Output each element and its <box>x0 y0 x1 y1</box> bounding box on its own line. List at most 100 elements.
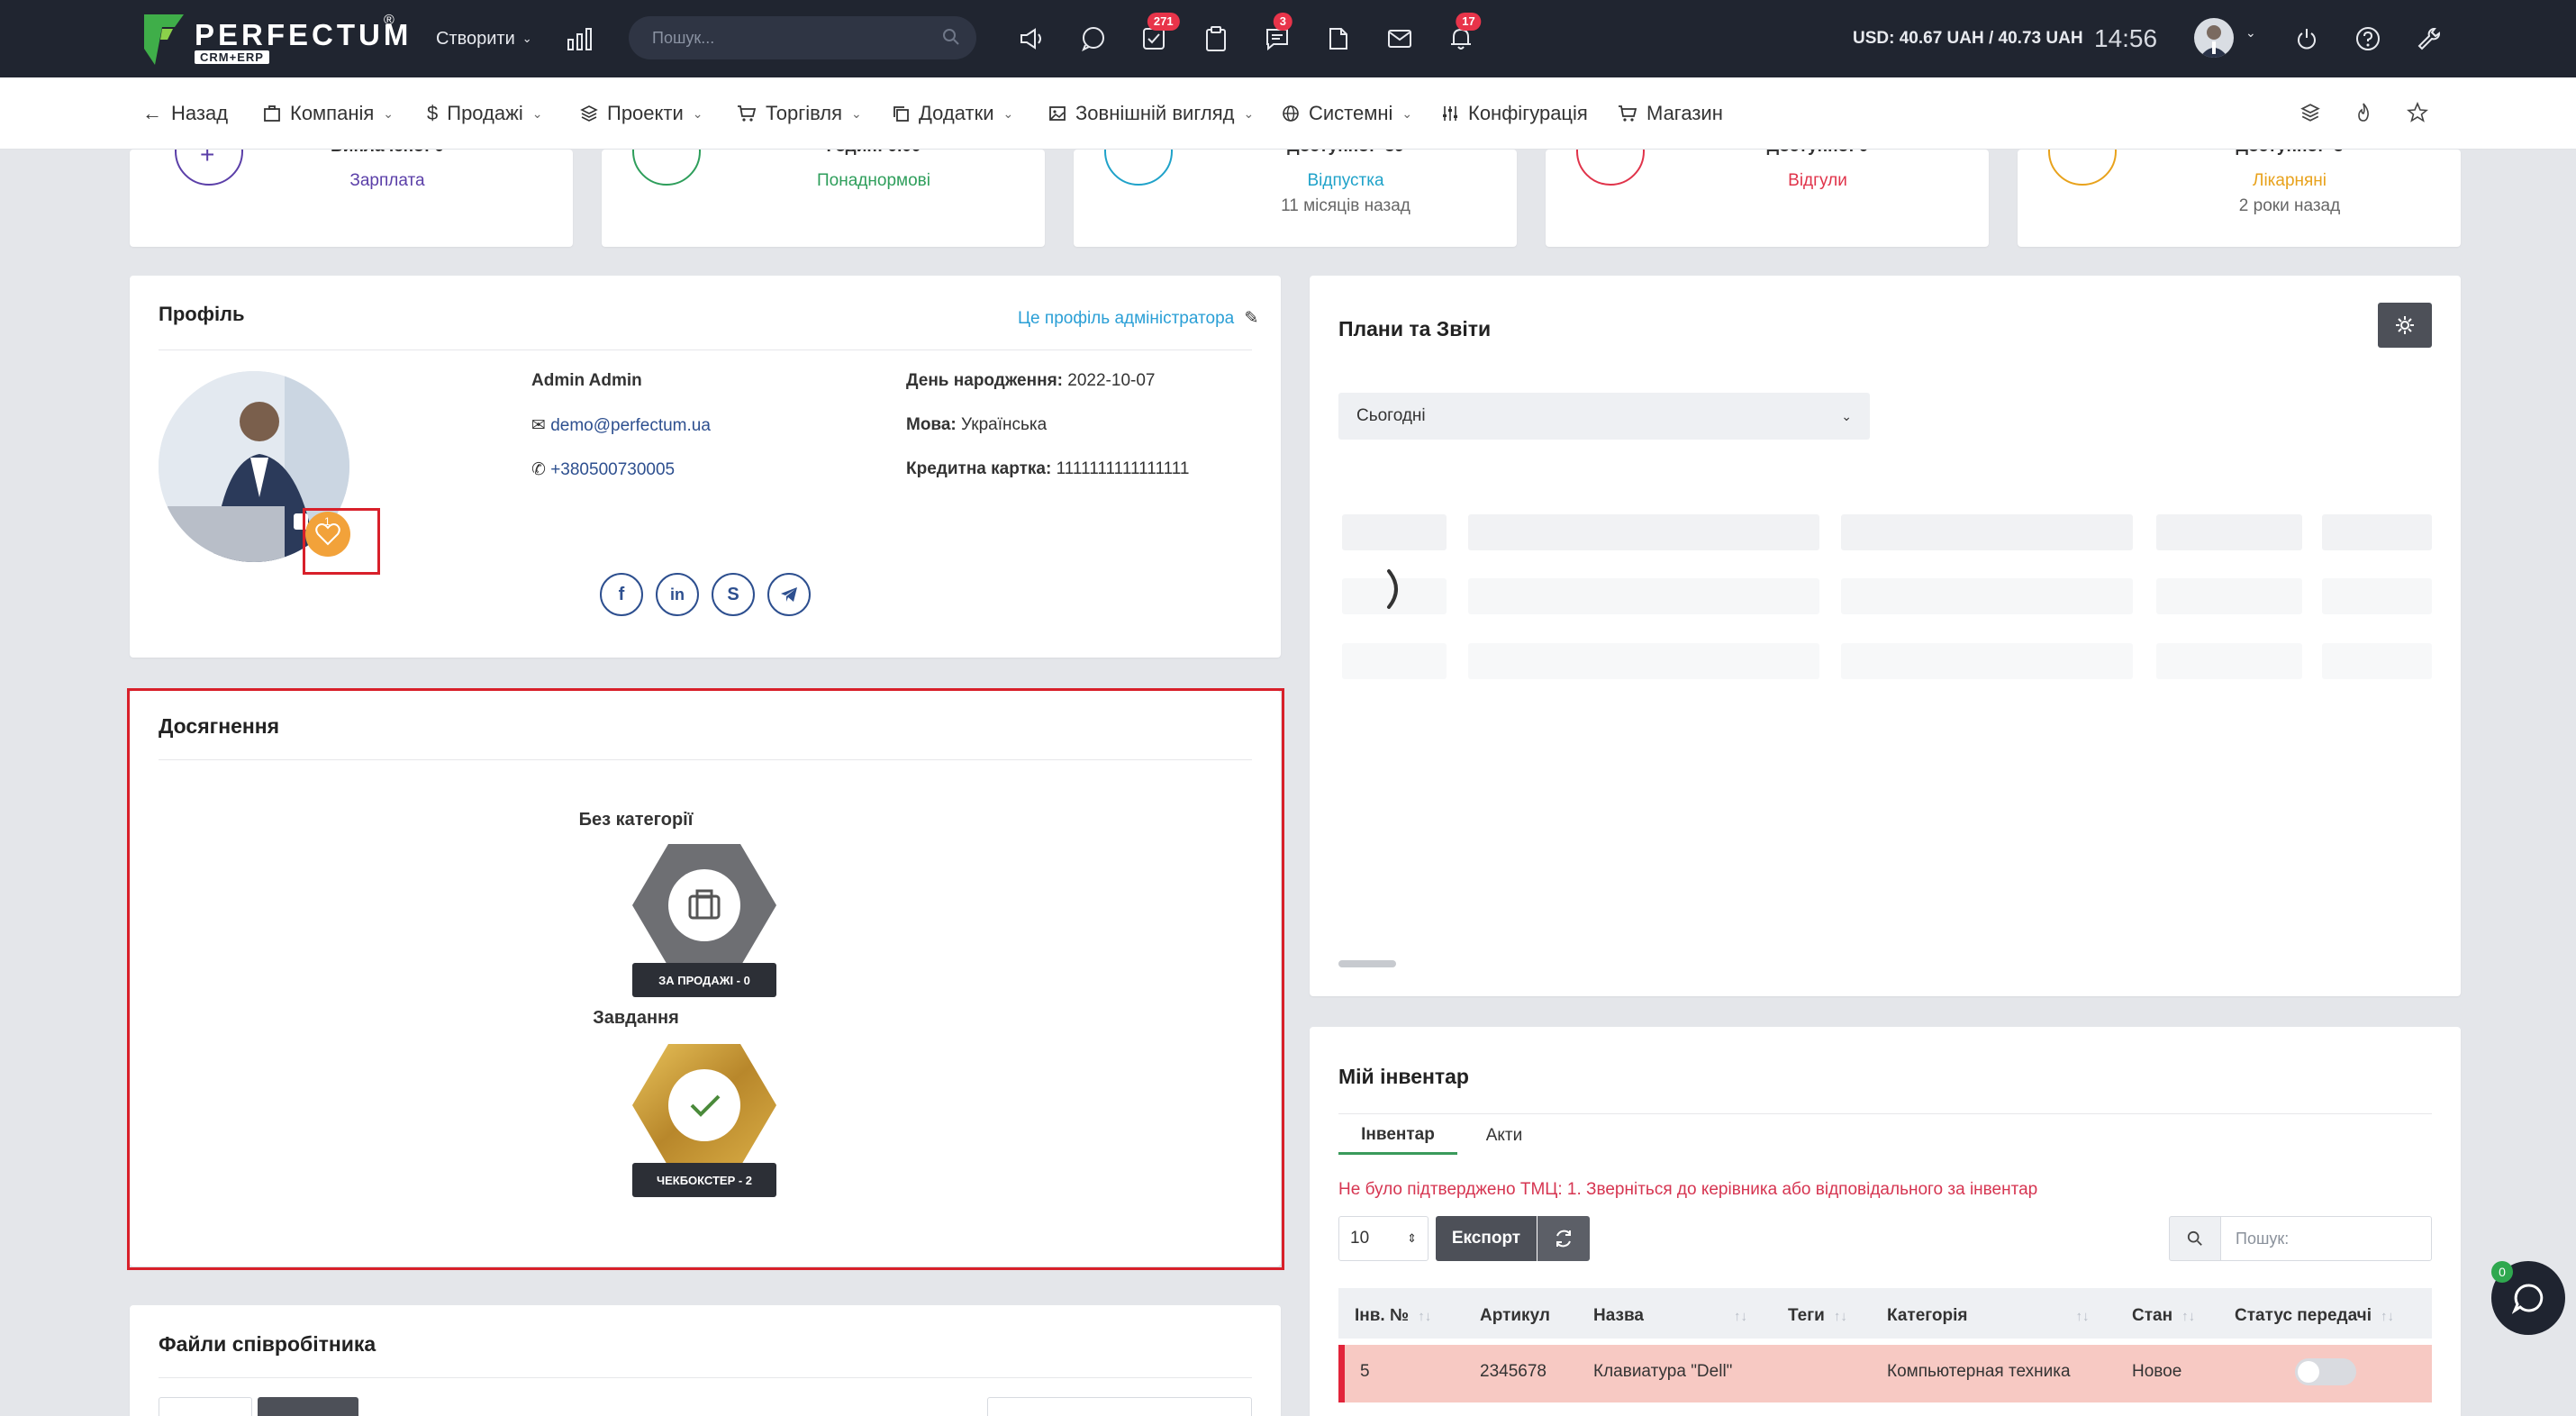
stat-card-salary[interactable]: + Виплачено: 0 Зарплата <box>130 150 573 247</box>
tab-inventory[interactable]: Інвентар <box>1338 1117 1457 1155</box>
column-label: Теги <box>1788 1306 1825 1325</box>
column-header-transfer-status[interactable]: Статус передачі ↑↓ <box>2235 1306 2394 1326</box>
sliders-icon <box>1443 106 1457 121</box>
nav-trade[interactable]: Торгівля ⌄ <box>737 77 862 150</box>
stat-subtitle: 2 роки назад <box>2238 196 2341 215</box>
cart-icon <box>1619 105 1637 122</box>
mail-icon[interactable] <box>1383 22 1417 56</box>
hexagon-badge <box>632 844 776 967</box>
nav-configuration[interactable]: Конфігурація <box>1441 77 1588 150</box>
logo[interactable]: PERFECTUM CRM+ERP ® <box>142 13 408 67</box>
star-icon[interactable] <box>2400 95 2435 130</box>
sort-icon: ↑↓ <box>2381 1309 2394 1324</box>
divider <box>159 1377 1252 1378</box>
achievement-badge-sales[interactable]: ЗА ПРОДАЖІ - 0 <box>632 842 776 997</box>
refresh-button[interactable] <box>1537 1216 1590 1261</box>
phone-link[interactable]: ✆ +380500730005 <box>531 459 675 480</box>
period-select[interactable]: Сьогодні ⌄ <box>1338 393 1870 440</box>
stat-card-sick-leave[interactable]: Доступно: -3 Лікарняні 2 роки назад <box>2018 150 2461 247</box>
loading-spinner-icon <box>1387 569 1398 609</box>
nav-appearance[interactable]: Зовнішній вигляд ⌄ <box>1048 77 1254 150</box>
arrow-left-icon: ← <box>142 102 162 124</box>
nav-label: Додатки <box>919 102 994 124</box>
create-menu[interactable]: Створити ⌄ <box>436 0 532 77</box>
skeleton-cell <box>2322 514 2432 550</box>
settings-button[interactable] <box>2378 303 2432 348</box>
column-header-state[interactable]: Стан ↑↓ <box>2132 1306 2195 1326</box>
telegram-icon[interactable] <box>767 573 811 616</box>
chat-bubble-icon[interactable] <box>1076 22 1111 56</box>
facebook-icon[interactable]: f <box>600 573 643 616</box>
stat-top: Годин: 0.00 <box>652 150 1045 157</box>
wrench-icon[interactable] <box>2412 22 2446 56</box>
cell-sku: 2345678 <box>1480 1362 1547 1381</box>
period-value: Сьогодні <box>1356 406 1426 425</box>
back-link[interactable]: ← Назад <box>142 77 228 150</box>
nav-shop[interactable]: Магазин <box>1618 77 1723 150</box>
help-icon[interactable] <box>2351 22 2385 56</box>
stat-card-days-off[interactable]: Доступно: 0 Відгули <box>1546 150 1989 247</box>
card-row: Кредитна картка: 1111111111111111 <box>906 459 1189 479</box>
files-search-input[interactable] <box>987 1397 1252 1416</box>
layers-icon[interactable] <box>2293 95 2327 130</box>
clipboard-icon[interactable] <box>1199 22 1233 56</box>
birthday-row: День народження: 2022-10-07 <box>906 371 1155 391</box>
column-header-inv[interactable]: Інв. № ↑↓ <box>1355 1306 1431 1326</box>
skeleton-cell <box>1841 578 2133 614</box>
power-icon[interactable] <box>2290 22 2324 56</box>
column-label: Стан <box>2132 1306 2173 1325</box>
document-icon[interactable] <box>1321 22 1356 56</box>
chevron-down-icon: ⌄ <box>1841 408 1852 423</box>
stat-card-overtime[interactable]: Годин: 0.00 Понаднормові <box>602 150 1045 247</box>
nav-projects[interactable]: Проекти ⌄ <box>580 77 703 150</box>
chat-count-badge: 0 <box>2491 1261 2513 1283</box>
fire-icon[interactable] <box>2346 95 2381 130</box>
create-label: Створити <box>436 28 515 49</box>
nav-system[interactable]: Системні ⌄ <box>1282 77 1412 150</box>
achievement-badge-tasks[interactable]: ЧЕКБОКСТЕР - 2 <box>632 1042 776 1197</box>
admin-profile-link[interactable]: Це профіль адміністратора ✎ <box>1018 308 1258 329</box>
skeleton-cell <box>1342 643 1447 679</box>
achievements-title: Досягнення <box>159 714 280 738</box>
export-button[interactable] <box>258 1397 358 1416</box>
inventory-search-input[interactable]: Пошук: <box>2220 1216 2432 1261</box>
linkedin-icon[interactable]: in <box>656 573 699 616</box>
bell-icon[interactable]: 17 <box>1444 13 1482 56</box>
column-header-category[interactable]: Категорія ↑↓ <box>1887 1306 2090 1326</box>
search-icon <box>943 29 959 45</box>
megaphone-icon[interactable] <box>1015 22 1049 56</box>
stat-card-vacation[interactable]: Доступно: -39 Відпустка 11 місяців назад <box>1074 150 1517 247</box>
chevron-down-icon[interactable]: ⌄ <box>2245 25 2256 41</box>
nav-company[interactable]: Компанія ⌄ <box>263 77 394 150</box>
column-header-sku[interactable]: Артикул <box>1480 1306 1550 1326</box>
skype-icon[interactable]: S <box>712 573 755 616</box>
chart-icon[interactable] <box>563 22 597 56</box>
transfer-status-toggle[interactable] <box>2295 1358 2356 1385</box>
global-search-input[interactable]: Пошук... <box>629 16 976 59</box>
column-header-tags[interactable]: Теги ↑↓ <box>1788 1306 1847 1326</box>
chevron-down-icon: ⌄ <box>1002 105 1014 121</box>
cell-inv: 5 <box>1360 1362 1370 1381</box>
chevron-down-icon: ⌄ <box>1243 105 1255 121</box>
stat-top: Доступно: -39 <box>1124 150 1517 157</box>
comments-icon[interactable]: 3 <box>1260 13 1294 56</box>
inventory-card: Мій інвентар Інвентар Акти Не було підтв… <box>1310 1027 2461 1416</box>
nav-addons[interactable]: Додатки ⌄ <box>892 77 1013 150</box>
page-size-select[interactable]: 10 ⇕ <box>1338 1216 1429 1261</box>
column-header-name[interactable]: Назва ↑↓ <box>1593 1306 1747 1326</box>
stat-subtitle: 11 місяців назад <box>1281 196 1410 215</box>
globe-icon <box>1283 105 1299 122</box>
export-button[interactable]: Експорт <box>1436 1216 1537 1261</box>
page-size-value: 10 <box>1350 1229 1370 1248</box>
tasks-icon[interactable]: 271 <box>1137 13 1180 56</box>
chat-button[interactable]: 0 <box>2491 1261 2565 1335</box>
avatar[interactable] <box>2194 18 2234 58</box>
scroll-indicator[interactable] <box>1338 960 1396 967</box>
divider <box>1338 1113 2432 1114</box>
tab-acts[interactable]: Акти <box>1457 1117 1551 1155</box>
nav-sales[interactable]: $ Продажі ⌄ <box>427 77 542 150</box>
sort-icon: ↑↓ <box>1833 1309 1847 1324</box>
email-link[interactable]: ✉ demo@perfectum.ua <box>531 415 711 436</box>
page-size-select[interactable] <box>159 1397 252 1416</box>
logo-icon <box>144 14 184 65</box>
